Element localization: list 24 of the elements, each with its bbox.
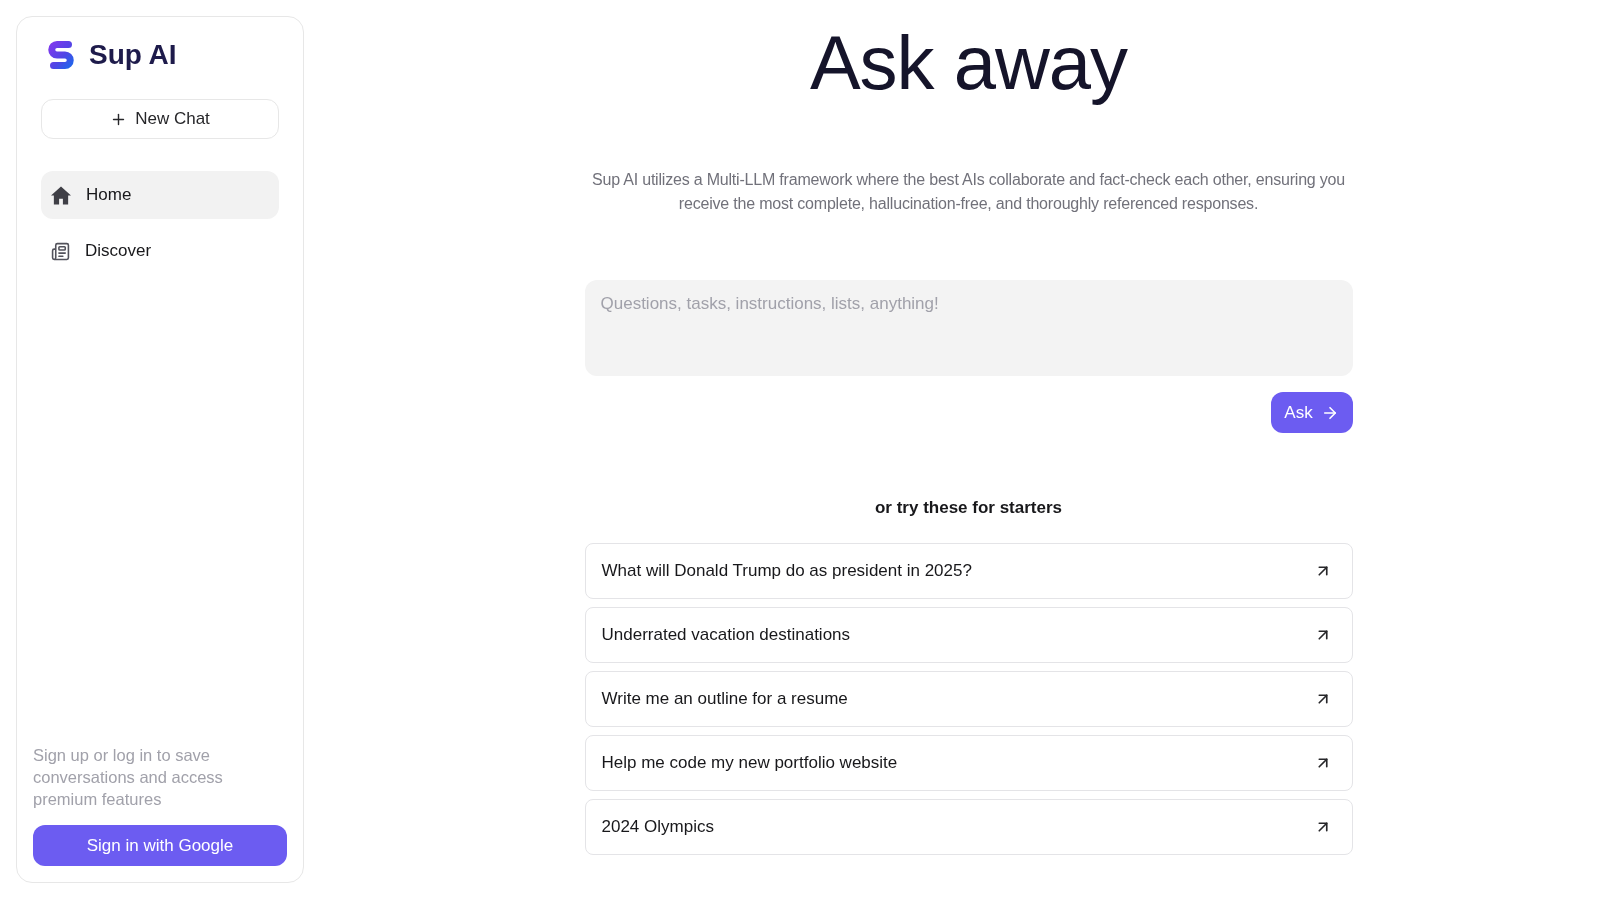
new-chat-button[interactable]: New Chat [41, 99, 279, 139]
logo-icon [47, 41, 75, 69]
newspaper-icon [51, 241, 70, 261]
google-sign-in-button[interactable]: Sign in with Google [33, 825, 287, 866]
ask-button[interactable]: Ask [1270, 392, 1353, 433]
page-title: Ask away [809, 22, 1128, 104]
nav-item[interactable]: Home [41, 171, 279, 219]
nav-item[interactable]: Discover [41, 227, 279, 275]
starter-prompt-text: 2024 Olympics [601, 816, 714, 839]
question-field[interactable]: Questions, tasks, instructions, lists, anything! [584, 280, 1353, 376]
starter-prompt[interactable]: Write me an outline for a resume [584, 671, 1353, 727]
starter-prompt-text: Underrated vacation destinations [601, 624, 851, 647]
starter-prompt[interactable]: 2024 Olympics [584, 799, 1353, 855]
starter-prompt[interactable]: Help me code my new portfolio website [584, 735, 1353, 791]
home-icon [51, 185, 71, 205]
starter-prompt-text: Write me an outline for a resume [601, 688, 848, 711]
starter-prompt[interactable]: Underrated vacation destinations [584, 607, 1353, 663]
starter-prompt[interactable]: What will Donald Trump do as president in 2025? [584, 543, 1353, 599]
description: Sup AI utilizes a Multi-LLM framework where the best AIs collaborate and fact-check each other, ensuring you receive the most complete, hallucination-free, and thoroughly referenced responses. [591, 170, 1346, 214]
starter-prompt-text: Help me code my new portfolio website [601, 752, 898, 775]
starter-prompt-text: What will Donald Trump do as president in 2025? [601, 560, 972, 583]
starters-heading: or try these for starters [874, 497, 1063, 519]
signup-prompt: Sign up or log in to save conversations and access premium features [33, 745, 224, 810]
brand-name: Sup AI [89, 41, 177, 69]
